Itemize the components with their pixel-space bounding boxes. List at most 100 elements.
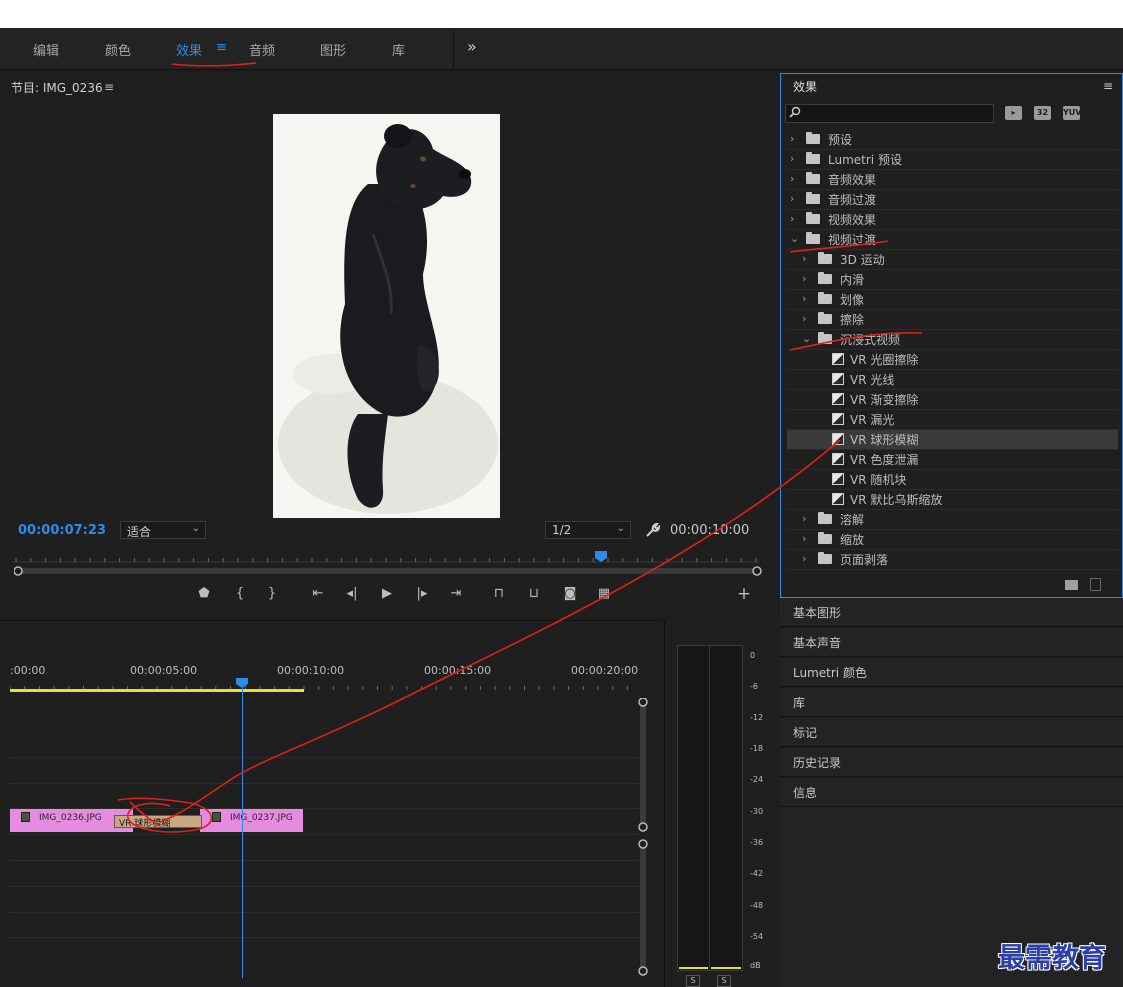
program-zoom-scrollbar[interactable] — [14, 565, 762, 577]
chevron-right-icon[interactable]: › — [802, 272, 806, 285]
tree-item-label: 擦除 — [840, 313, 865, 327]
panel-menu-icon[interactable]: ≡ — [104, 80, 114, 94]
tree-item-label: 预设 — [828, 133, 853, 147]
transition-clip[interactable]: VR 球形模糊 — [114, 815, 202, 829]
panel-essential-graphics[interactable]: 基本图形 — [780, 598, 1123, 627]
clip-name: IMG_0237.JPG — [230, 813, 293, 823]
solo-right-button[interactable]: S — [717, 975, 731, 987]
tree-item[interactable]: › Lumetri 预设 — [787, 150, 1118, 169]
folder-icon — [818, 252, 832, 264]
trash-icon[interactable] — [1090, 578, 1101, 591]
tree-item[interactable]: VR 色度泄漏 — [787, 450, 1118, 469]
mark-out-button[interactable]: } — [261, 584, 283, 604]
step-back-button[interactable]: ◂| — [341, 584, 363, 604]
panel-menu-icon[interactable]: ≡ — [1103, 79, 1113, 93]
tab-libraries[interactable]: 库 — [392, 40, 405, 59]
panel-essential-sound[interactable]: 基本声音 — [780, 628, 1123, 657]
video-clip[interactable]: IMG_0237.JPG — [200, 809, 303, 832]
tree-item[interactable]: › 音频过渡 — [787, 190, 1118, 209]
tree-item[interactable]: ⌄ 沉浸式视频 — [787, 330, 1118, 349]
tree-item[interactable]: › 音频效果 — [787, 170, 1118, 189]
tree-item[interactable]: › 溶解 — [787, 510, 1118, 529]
add-button-icon[interactable]: + — [733, 584, 755, 604]
tree-item[interactable]: › 页面剥落 — [787, 550, 1118, 569]
chevron-right-icon[interactable]: › — [790, 172, 794, 185]
solo-left-button[interactable]: S — [686, 975, 700, 987]
wrench-icon[interactable] — [644, 522, 661, 541]
tree-item[interactable]: VR 球形模糊 — [787, 430, 1118, 449]
comparison-view-icon[interactable]: ▦ — [593, 584, 615, 604]
chevron-right-icon[interactable]: › — [802, 292, 806, 305]
tab-audio[interactable]: 音频 — [249, 40, 275, 59]
panel-markers[interactable]: 标记 — [780, 718, 1123, 747]
chevron-right-icon[interactable]: › — [802, 512, 806, 525]
chevron-right-icon[interactable]: › — [802, 252, 806, 265]
panel-info[interactable]: 信息 — [780, 778, 1123, 807]
go-to-out-button[interactable]: ⇥ — [445, 584, 467, 604]
lift-button[interactable]: ⊓ — [488, 584, 510, 604]
audio-meter — [677, 645, 743, 971]
overflow-icon[interactable]: » — [467, 37, 477, 56]
tree-item[interactable]: VR 光圈擦除 — [787, 350, 1118, 369]
effects-search-input[interactable] — [785, 104, 994, 123]
tree-item[interactable]: › 内滑 — [787, 270, 1118, 289]
step-forward-button[interactable]: |▸ — [411, 584, 433, 604]
tree-item[interactable]: VR 光线 — [787, 370, 1118, 389]
tab-edit[interactable]: 编辑 — [33, 40, 59, 59]
play-button[interactable]: ▶ — [376, 584, 398, 604]
panel-history[interactable]: 历史记录 — [780, 748, 1123, 777]
go-to-in-button[interactable]: ⇤ — [307, 584, 329, 604]
yuv-effects-icon[interactable]: YUV — [1063, 106, 1081, 120]
work-area-bar[interactable] — [10, 689, 304, 692]
meter-scale-label: -6 — [750, 682, 758, 691]
effects-panel-title[interactable]: 效果 — [793, 78, 817, 95]
accelerated-effects-icon[interactable]: ▸ — [1005, 106, 1022, 120]
tree-item[interactable]: VR 随机块 — [787, 470, 1118, 489]
tree-item[interactable]: › 预设 — [787, 130, 1118, 149]
tree-item[interactable]: › 3D 运动 — [787, 250, 1118, 269]
chevron-right-icon[interactable]: › — [790, 132, 794, 145]
chevron-right-icon[interactable]: › — [802, 552, 806, 565]
new-bin-icon[interactable] — [1065, 580, 1078, 590]
tab-effects-menu-icon[interactable]: ≡ — [216, 40, 227, 55]
chevron-right-icon[interactable]: › — [790, 152, 794, 165]
fit-dropdown[interactable]: 适合 ⌄ — [120, 521, 206, 539]
timeline-vertical-scrollbar[interactable] — [636, 698, 650, 978]
tree-item-label: 内滑 — [840, 273, 865, 287]
current-timecode[interactable]: 00:00:07:23 — [18, 523, 106, 538]
add-marker-button[interactable]: ⬟ — [193, 584, 215, 604]
chevron-right-icon[interactable]: › — [790, 212, 794, 225]
mark-in-button[interactable]: { — [229, 584, 251, 604]
camera-icon[interactable]: ◙ — [559, 584, 581, 604]
fit-value: 适合 — [127, 525, 152, 539]
meter-scale-label: -30 — [750, 807, 764, 816]
tree-item[interactable]: ⌄ 视频过渡 — [787, 230, 1118, 249]
chevron-right-icon[interactable]: › — [802, 312, 806, 325]
panel-label: 基本图形 — [793, 606, 842, 620]
chevron-right-icon[interactable]: › — [790, 192, 794, 205]
folder-icon — [806, 192, 820, 204]
chevron-down-icon[interactable]: ⌄ — [790, 232, 799, 245]
tree-item[interactable]: VR 默比乌斯缩放 — [787, 490, 1118, 509]
tab-graphics[interactable]: 图形 — [320, 40, 346, 59]
chevron-down-icon[interactable]: ⌄ — [802, 332, 811, 345]
tree-item[interactable]: › 视频效果 — [787, 210, 1118, 229]
tree-item[interactable]: › 划像 — [787, 290, 1118, 309]
chevron-right-icon[interactable]: › — [802, 532, 806, 545]
tree-item[interactable]: VR 渐变擦除 — [787, 390, 1118, 409]
program-monitor-title[interactable]: 节目: IMG_0236 — [11, 79, 103, 96]
panel-lumetri-color[interactable]: Lumetri 颜色 — [780, 658, 1123, 687]
transition-effect-icon — [832, 473, 844, 485]
tree-item[interactable]: VR 漏光 — [787, 410, 1118, 429]
track-divider — [10, 912, 638, 913]
tab-color[interactable]: 颜色 — [105, 40, 131, 59]
tab-effects[interactable]: 效果 — [176, 40, 202, 59]
playhead-handle[interactable] — [236, 678, 248, 688]
track-divider — [10, 886, 638, 887]
resolution-dropdown[interactable]: 1/2 ⌄ — [545, 521, 631, 539]
32bit-effects-icon[interactable]: 32 — [1034, 106, 1051, 120]
panel-libraries[interactable]: 库 — [780, 688, 1123, 717]
extract-button[interactable]: ⊔ — [523, 584, 545, 604]
tree-item[interactable]: › 缩放 — [787, 530, 1118, 549]
tree-item[interactable]: › 擦除 — [787, 310, 1118, 329]
